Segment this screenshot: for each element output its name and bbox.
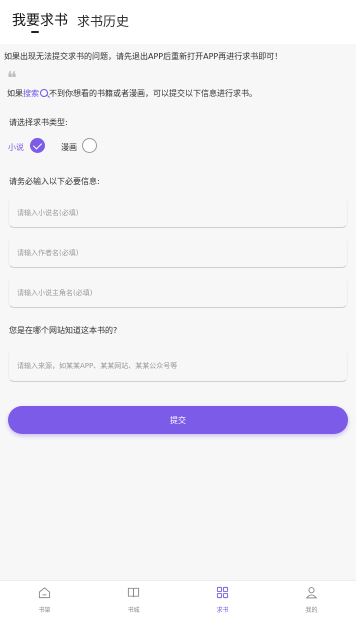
type-option-novel[interactable]: 小说 [8,137,48,157]
notice-text: 如果出现无法提交求书的问题，请先退出APP后重新打开APP再进行求书即可！ [4,52,283,61]
nav-item-request-book[interactable]: 求书 [178,581,267,621]
main-character-input[interactable] [15,278,339,308]
nav-label: 书架 [38,607,51,614]
nav-item-bookshelf[interactable]: 书架 [0,581,89,621]
submit-button[interactable]: 提交 [8,406,348,434]
author-field[interactable] [8,238,348,268]
novel-name-field[interactable] [8,198,348,228]
required-info-label: 请务必输入以下必要信息: [9,177,100,186]
source-question-label: 您是在哪个网站知道这本书的? [9,326,118,335]
search-hint: 如果搜索 不到你想看的书籍或者漫画，可以提交以下信息进行求书。 [7,88,257,100]
novel-name-input[interactable] [15,198,339,228]
bottom-navigation: 书架 书城 求书 我的 [0,580,356,621]
nav-label: 书城 [127,607,140,614]
grid-icon [216,586,229,599]
main-character-field[interactable] [8,278,348,308]
type-section-label: 请选择求书类型: [9,118,68,127]
active-tab-indicator [31,31,39,33]
nav-label: 我的 [305,607,318,614]
book-icon [127,587,140,598]
unchecked-radio-icon[interactable] [82,138,97,153]
type-option-comic[interactable]: 漫画 [61,137,101,157]
nav-item-profile[interactable]: 我的 [267,581,356,621]
type-option-label: 漫画 [61,143,77,152]
nav-item-bookstore[interactable]: 书城 [89,581,178,621]
home-icon [38,587,51,599]
source-input[interactable] [15,350,339,382]
search-link[interactable]: 搜索 [23,89,39,98]
search-icon[interactable] [40,89,48,97]
tab-request-history[interactable]: 求书历史 [77,11,129,30]
quote-icon: ❝ [7,68,17,89]
hint-prefix: 如果 [7,89,23,98]
type-option-label: 小说 [8,143,24,152]
user-icon [305,587,318,599]
source-field[interactable] [8,350,348,382]
hint-suffix: 不到你想看的书籍或者漫画，可以提交以下信息进行求书。 [49,89,257,98]
author-input[interactable] [15,238,339,268]
nav-label: 求书 [216,607,229,614]
checked-radio-icon[interactable] [30,138,45,153]
top-tab-bar: 我要求书 求书历史 [0,0,356,44]
tab-request-book[interactable]: 我要求书 [12,10,68,30]
